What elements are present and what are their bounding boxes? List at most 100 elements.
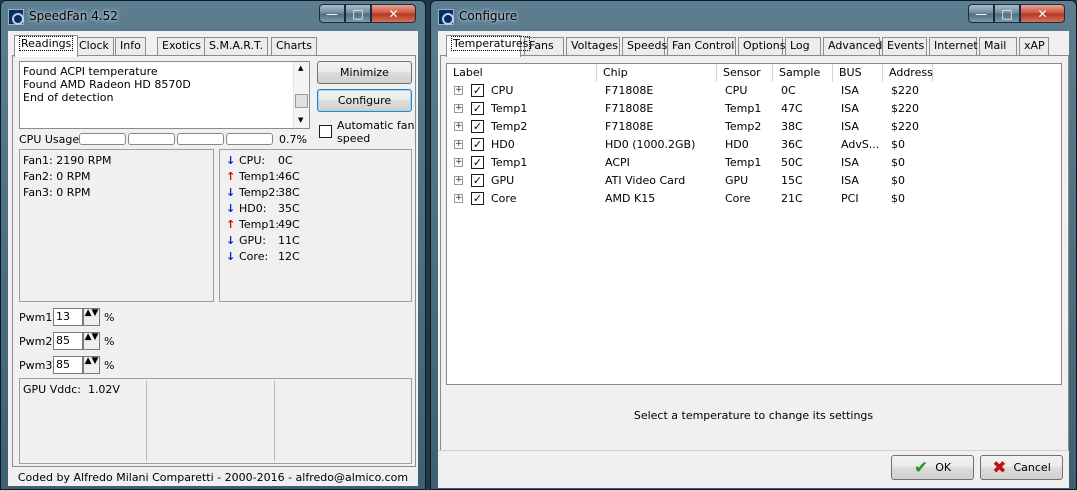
- log-scrollbar[interactable]: ▲ ▼: [293, 62, 309, 128]
- maximize-window-icon[interactable]: □: [345, 4, 371, 23]
- table-row[interactable]: + ✓ Temp1 F71808E Temp1 47C ISA $220: [447, 100, 1061, 118]
- tab-info[interactable]: Info: [115, 37, 146, 56]
- visible-checkbox[interactable]: ✓: [471, 156, 484, 169]
- tab-exotics[interactable]: Exotics: [157, 37, 206, 56]
- temp-name: GPU:: [239, 234, 266, 247]
- temp-value: 38C: [278, 186, 300, 199]
- visible-checkbox[interactable]: ✓: [471, 120, 484, 133]
- visible-checkbox[interactable]: ✓: [471, 102, 484, 115]
- expand-plus-icon[interactable]: +: [454, 176, 463, 185]
- tab-events[interactable]: Events: [882, 37, 927, 56]
- cell-label: Core: [491, 192, 517, 205]
- temperature-list[interactable]: Label Chip Sensor Sample BUS Address + ✓ CPU F71…: [446, 63, 1062, 385]
- cell-label: Temp1: [491, 156, 528, 169]
- table-row[interactable]: + ✓ CPU F71808E CPU 0C ISA $220: [447, 82, 1061, 100]
- detection-log[interactable]: Found ACPI temperature Found AMD Radeon …: [19, 61, 310, 129]
- cell-address: $0: [891, 192, 905, 205]
- tab-label: Speeds: [627, 39, 668, 52]
- close-window-icon[interactable]: ✕: [1020, 4, 1065, 23]
- visible-checkbox[interactable]: ✓: [471, 174, 484, 187]
- pwm-value-input[interactable]: 85: [53, 356, 83, 374]
- cpu-usage-bar-2: [128, 133, 175, 145]
- table-row[interactable]: + ✓ GPU ATI Video Card GPU 15C ISA $0: [447, 172, 1061, 190]
- tab-advanced[interactable]: Advanced: [823, 37, 882, 56]
- tab-internet[interactable]: Internet: [929, 37, 978, 56]
- scroll-thumb[interactable]: [295, 94, 308, 108]
- gpu-vddc-reading: GPU Vddc: 1.02V: [23, 383, 120, 396]
- divider: [146, 381, 147, 461]
- tab-label: Temperatures: [451, 36, 531, 51]
- tab-log[interactable]: Log: [785, 37, 821, 56]
- expand-plus-icon[interactable]: +: [454, 194, 463, 203]
- tab-charts[interactable]: Charts: [271, 37, 317, 56]
- ok-button[interactable]: ✔ OK: [891, 455, 974, 480]
- log-line: Found AMD Radeon HD 8570D: [23, 78, 191, 91]
- log-line: Found ACPI temperature: [23, 65, 158, 78]
- configure-button[interactable]: Configure: [317, 89, 412, 112]
- expand-plus-icon[interactable]: +: [454, 86, 463, 95]
- expand-plus-icon[interactable]: +: [454, 104, 463, 113]
- column-header-sensor[interactable]: Sensor: [717, 64, 773, 82]
- scroll-up-icon[interactable]: ▲: [298, 64, 303, 72]
- table-row[interactable]: + ✓ Temp1 ACPI Temp1 50C ISA $0: [447, 154, 1061, 172]
- pwm-spinner-icon[interactable]: ▲▼: [83, 308, 100, 326]
- ok-label: OK: [935, 461, 952, 474]
- speedfan-title: SpeedFan 4.52: [29, 9, 118, 23]
- column-header-sample[interactable]: Sample: [773, 64, 833, 82]
- tab-xap[interactable]: xAP: [1019, 37, 1049, 56]
- pwm-unit: %: [104, 335, 115, 348]
- speedfan-client: Readings Clock Info Exotics S.M.A.R.T. C…: [8, 31, 418, 486]
- tab-speeds[interactable]: Speeds: [622, 37, 668, 56]
- expand-plus-icon[interactable]: +: [454, 122, 463, 131]
- tab-fans[interactable]: Fans: [524, 37, 564, 56]
- voltages-panel: GPU Vddc: 1.02V: [19, 378, 412, 464]
- visible-checkbox[interactable]: ✓: [471, 138, 484, 151]
- cell-chip: F71808E: [605, 84, 654, 97]
- table-row[interactable]: + ✓ Core AMD K15 Core 21C PCI $0: [447, 190, 1061, 208]
- tab-temperatures[interactable]: Temperatures: [446, 35, 531, 57]
- tab-options[interactable]: Options: [738, 37, 786, 56]
- tab-readings[interactable]: Readings: [14, 35, 79, 57]
- expand-plus-icon[interactable]: +: [454, 158, 463, 167]
- arrow-down-icon: ↓: [226, 250, 236, 263]
- configure-titlebar[interactable]: Configure — □ ✕: [431, 1, 1076, 31]
- arrow-down-icon: ↓: [226, 186, 236, 199]
- cancel-button[interactable]: ✖ Cancel: [980, 455, 1063, 480]
- tab-clock[interactable]: Clock: [74, 37, 114, 56]
- maximize-window-icon[interactable]: □: [994, 4, 1020, 23]
- tab-voltages[interactable]: Voltages: [566, 37, 620, 56]
- cell-sample: 21C: [781, 192, 803, 205]
- speedfan-titlebar[interactable]: SpeedFan 4.52 — □ ✕: [1, 1, 425, 31]
- visible-checkbox[interactable]: ✓: [471, 192, 484, 205]
- minimize-window-icon[interactable]: —: [968, 4, 994, 23]
- close-window-icon[interactable]: ✕: [371, 4, 416, 23]
- expand-plus-icon[interactable]: +: [454, 140, 463, 149]
- column-header-chip[interactable]: Chip: [597, 64, 717, 82]
- tab-fan-control[interactable]: Fan Control: [667, 37, 736, 56]
- minimize-window-icon[interactable]: —: [319, 4, 345, 23]
- cell-sensor: Temp1: [725, 102, 762, 115]
- temp-value: 35C: [278, 202, 300, 215]
- column-header-bus[interactable]: BUS: [833, 64, 883, 82]
- cell-chip: ACPI: [605, 156, 630, 169]
- cpu-usage-bar-1: [79, 133, 126, 145]
- visible-checkbox[interactable]: ✓: [471, 84, 484, 97]
- tab-smart[interactable]: S.M.A.R.T.: [204, 37, 268, 56]
- table-row[interactable]: + ✓ HD0 HD0 (1000.2GB) HD0 36C AdvS... $0: [447, 136, 1061, 154]
- automatic-fan-speed-checkbox[interactable]: [319, 125, 332, 138]
- pwm-value-input[interactable]: 85: [53, 332, 83, 350]
- column-header-address[interactable]: Address: [883, 64, 933, 82]
- cell-sample: 15C: [781, 174, 803, 187]
- arrow-up-icon: ↑: [226, 218, 236, 231]
- cell-label: CPU: [491, 84, 514, 97]
- pwm-value-input[interactable]: 13: [53, 308, 83, 326]
- pwm-spinner-icon[interactable]: ▲▼: [83, 332, 100, 350]
- pwm-spinner-icon[interactable]: ▲▼: [83, 356, 100, 374]
- column-header-label[interactable]: Label: [447, 64, 597, 82]
- tab-mail[interactable]: Mail: [979, 37, 1017, 56]
- minimize-button[interactable]: Minimize: [317, 61, 412, 84]
- scroll-down-icon[interactable]: ▼: [298, 116, 303, 124]
- cell-sample: 0C: [781, 84, 796, 97]
- table-row[interactable]: + ✓ Temp2 F71808E Temp2 38C ISA $220: [447, 118, 1061, 136]
- tab-label: Options: [743, 39, 786, 52]
